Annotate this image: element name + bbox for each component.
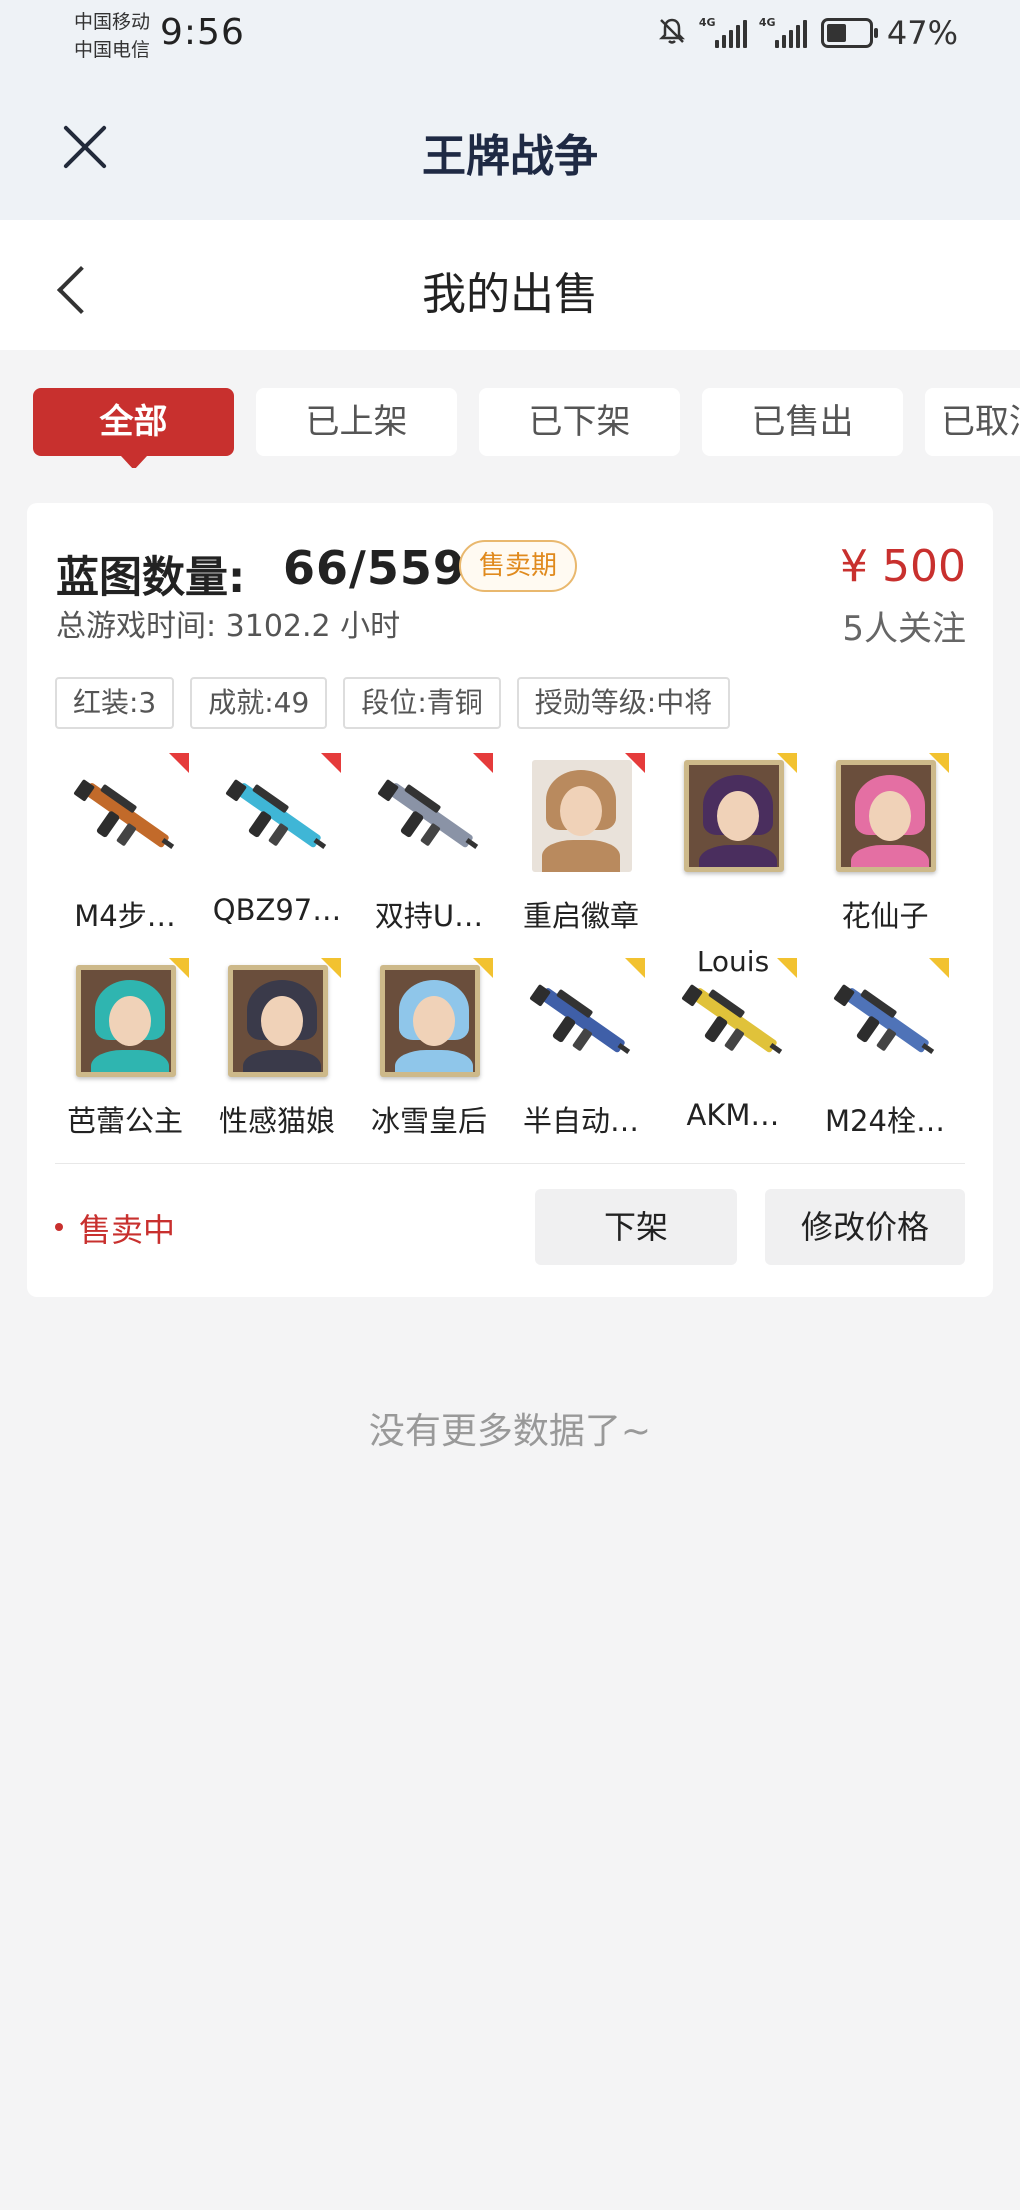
tag-red-gear: 红装:3 xyxy=(55,677,175,729)
red-rarity-badge-icon xyxy=(321,753,341,773)
carrier-1: 中国移动 xyxy=(74,11,151,33)
item-tile[interactable]: 半自动… xyxy=(511,958,651,1158)
edit-price-button[interactable]: 修改价格 xyxy=(765,1189,965,1265)
tab-cancelled[interactable]: 已取消 xyxy=(925,388,1020,456)
blueprint-label: 蓝图数量: xyxy=(56,553,246,603)
item-name: QBZ97… xyxy=(212,893,342,927)
tag-list: 红装:3 成就:49 段位:青铜 授勋等级:中将 xyxy=(55,677,731,729)
item-name: 重启徽章 xyxy=(522,899,639,933)
item-tile[interactable]: 性感猫娘 xyxy=(207,958,347,1158)
item-name: M4步… xyxy=(74,899,176,933)
signal-icon-1: 4G xyxy=(699,16,747,48)
item-tile[interactable]: 重启徽章 xyxy=(511,753,651,953)
followers-count: 5人关注 xyxy=(842,609,966,649)
item-tile[interactable]: Louis xyxy=(663,753,803,978)
tab-all[interactable]: 全部 xyxy=(33,388,234,468)
playtime: 总游戏时间: 3102.2 小时 xyxy=(56,609,401,644)
item-tile[interactable]: M4步… xyxy=(55,753,195,953)
gold-rarity-badge-icon xyxy=(321,958,341,978)
gold-rarity-badge-icon xyxy=(929,958,949,978)
item-name: 冰雪皇后 xyxy=(370,1104,487,1138)
character-portrait xyxy=(70,958,182,1083)
clock: 9:56 xyxy=(160,12,245,53)
price: ¥ 500 xyxy=(840,541,966,592)
gold-rarity-badge-icon xyxy=(929,753,949,773)
gold-rarity-badge-icon xyxy=(625,958,645,978)
status-bar: 中国移动 中国电信 9:56 4G 4G 47% xyxy=(0,0,1020,70)
weapon-thumbnail xyxy=(222,753,334,878)
weapon-thumbnail xyxy=(526,958,638,1083)
item-name: AKM… xyxy=(686,1098,780,1132)
sale-period-badge: 售卖期 xyxy=(459,540,578,592)
delist-button[interactable]: 下架 xyxy=(535,1189,737,1265)
carrier-info: 中国移动 中国电信 xyxy=(74,8,150,64)
tab-listed[interactable]: 已上架 xyxy=(256,388,457,456)
item-tile[interactable]: 冰雪皇后 xyxy=(359,958,499,1158)
item-tile[interactable]: M24栓… xyxy=(815,958,955,1158)
divider xyxy=(55,1163,965,1164)
mute-bell-icon xyxy=(657,16,687,50)
status-icons: 4G 4G 47% xyxy=(657,14,958,52)
item-name: 芭蕾公主 xyxy=(66,1104,183,1138)
item-tile[interactable]: 芭蕾公主 xyxy=(55,958,195,1158)
red-rarity-badge-icon xyxy=(169,753,189,773)
item-tile[interactable]: AKM… xyxy=(663,958,803,1158)
weapon-thumbnail xyxy=(70,753,182,878)
character-portrait xyxy=(526,753,638,878)
listing-card[interactable]: 蓝图数量: 66/559 售卖期 总游戏时间: 3102.2 小时 ¥ 500 … xyxy=(27,503,993,1297)
signal-icon-2: 4G xyxy=(759,16,807,48)
item-tile[interactable]: 花仙子 xyxy=(815,753,955,953)
carrier-2: 中国电信 xyxy=(74,39,151,61)
item-name: 花仙子 xyxy=(841,899,929,933)
weapon-thumbnail xyxy=(374,753,486,878)
character-portrait xyxy=(222,958,334,1083)
filter-tabs: 全部 已上架 已下架 已售出 已取消 xyxy=(33,388,1020,468)
item-tile[interactable]: QBZ97… xyxy=(207,753,347,953)
red-rarity-badge-icon xyxy=(473,753,493,773)
item-name: 双持U… xyxy=(374,899,484,933)
weapon-thumbnail xyxy=(678,958,790,1083)
tag-medal-level: 授勋等级:中将 xyxy=(516,677,731,729)
no-more-data-text: 没有更多数据了~ xyxy=(368,1411,652,1452)
tag-achievement: 成就:49 xyxy=(190,677,328,729)
gold-rarity-badge-icon xyxy=(473,958,493,978)
red-rarity-badge-icon xyxy=(625,753,645,773)
tab-sold[interactable]: 已售出 xyxy=(702,388,903,456)
character-portrait xyxy=(830,753,942,878)
battery-icon xyxy=(820,18,878,48)
battery-percent: 47% xyxy=(886,14,958,52)
page-header: 我的出售 xyxy=(0,220,1020,350)
weapon-thumbnail xyxy=(830,958,942,1083)
app-title-bar: 王牌战争 xyxy=(0,70,1020,220)
item-name: 半自动… xyxy=(522,1104,639,1138)
character-portrait xyxy=(374,958,486,1083)
app-title: 王牌战争 xyxy=(422,131,598,182)
tab-delisted[interactable]: 已下架 xyxy=(479,388,680,456)
gold-rarity-badge-icon xyxy=(777,958,797,978)
item-name: M24栓… xyxy=(825,1104,945,1138)
gold-rarity-badge-icon xyxy=(169,958,189,978)
character-portrait xyxy=(678,753,790,878)
item-tile[interactable]: 双持U… xyxy=(359,753,499,953)
status-text: 售卖中 xyxy=(79,1211,176,1249)
item-name: 性感猫娘 xyxy=(218,1104,335,1138)
tag-rank: 段位:青铜 xyxy=(343,677,501,729)
blueprint-count: 66/559 xyxy=(283,541,466,595)
status-dot xyxy=(55,1223,63,1231)
gold-rarity-badge-icon xyxy=(777,753,797,773)
page-title: 我的出售 xyxy=(422,269,598,320)
